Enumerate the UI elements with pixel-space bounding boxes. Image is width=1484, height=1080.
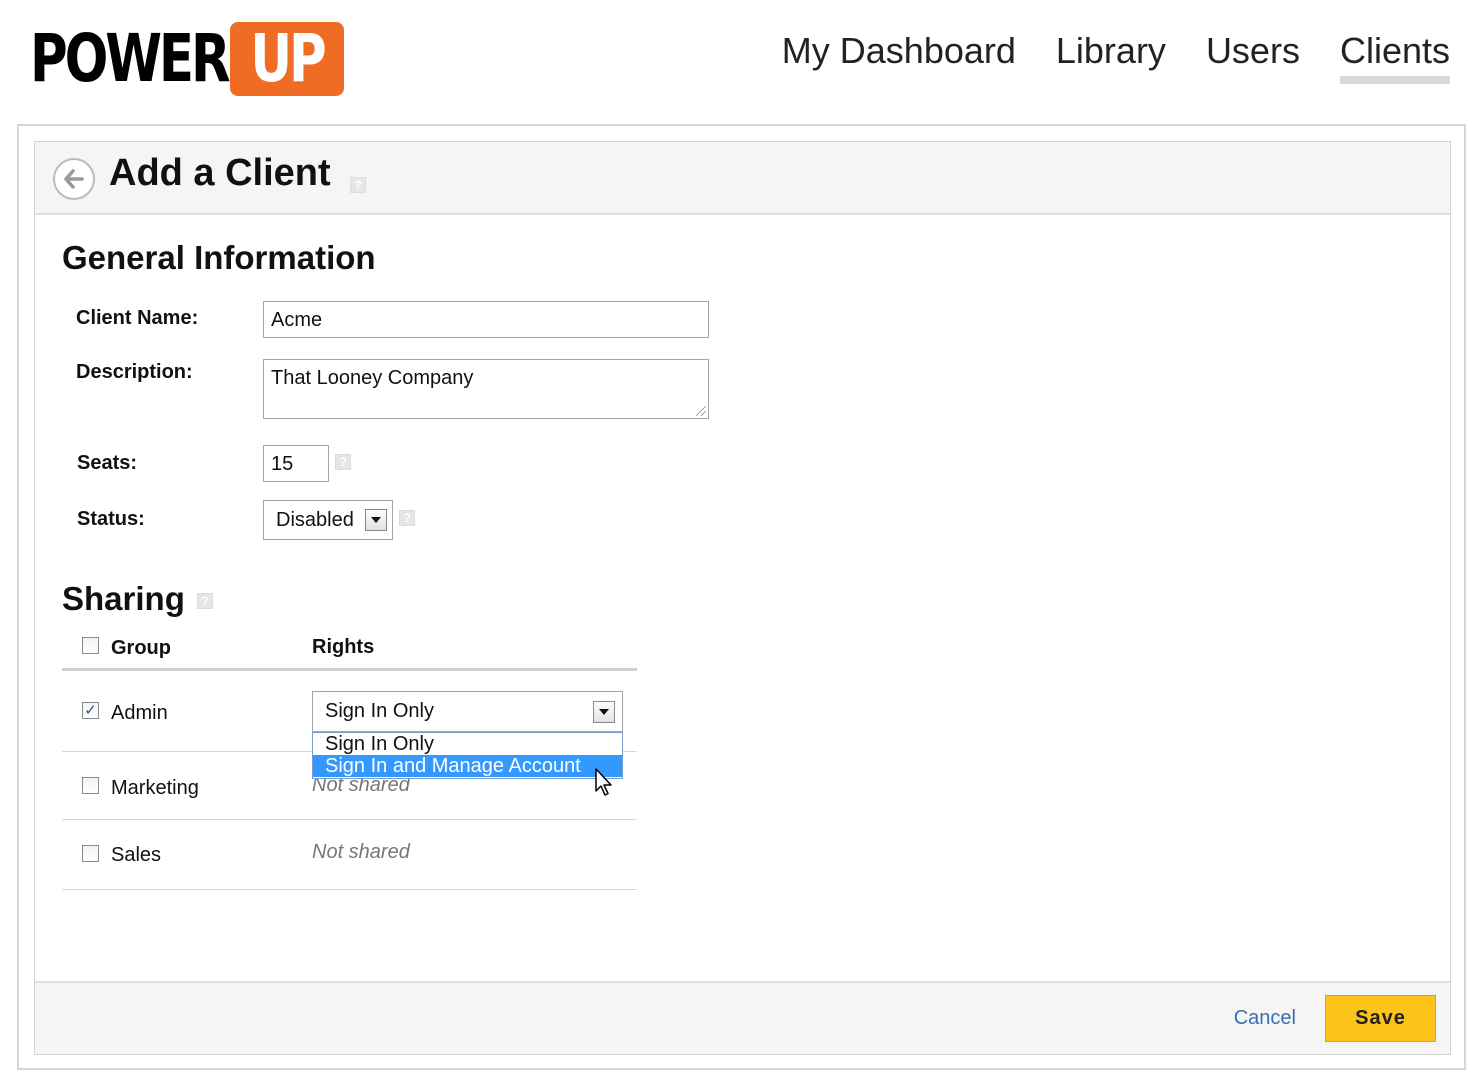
chevron-down-icon[interactable] [593, 701, 615, 723]
column-header-rights: Rights [312, 636, 375, 658]
checkmark-icon: ✓ [84, 702, 97, 719]
powerup-logo[interactable]: POWER UP [30, 20, 344, 97]
seats-input[interactable]: 15 [263, 445, 329, 482]
row-divider [62, 889, 637, 890]
rights-option-sign-in-and-manage-account[interactable]: Sign In and Manage Account [313, 755, 622, 777]
sharing-heading: Sharing [62, 580, 185, 617]
client-name-label: Client Name: [76, 307, 199, 329]
nav-users[interactable]: Users [1206, 30, 1300, 84]
row-divider [62, 819, 637, 820]
status-select[interactable]: Disabled [263, 500, 393, 540]
column-header-group: Group [111, 637, 171, 659]
description-textarea[interactable]: That Looney Company [263, 359, 709, 419]
main-panel-outer: Add a Client ? General Information Clien… [17, 124, 1466, 1070]
admin-rights-select[interactable]: Sign In Only [312, 691, 623, 732]
logo-badge-up: UP [230, 22, 344, 96]
sharing-help-icon[interactable]: ? [197, 593, 213, 609]
group-sales-label: Sales [111, 844, 162, 866]
status-selected-value: Disabled [276, 508, 354, 531]
group-sales-checkbox[interactable] [82, 845, 99, 862]
nav-clients[interactable]: Clients [1339, 30, 1450, 84]
group-admin-checkbox[interactable]: ✓ [82, 702, 99, 719]
group-marketing-label: Marketing [111, 777, 199, 799]
description-text: That Looney Company [271, 367, 474, 389]
description-label: Description: [76, 361, 193, 383]
page-title: Add a Client [109, 152, 331, 194]
help-icon[interactable]: ? [350, 177, 366, 193]
resize-handle-icon[interactable] [696, 406, 706, 416]
admin-rights-selected-value: Sign In Only [325, 700, 434, 722]
form-footer: Cancel Save [35, 981, 1450, 1054]
logo-text-power: POWER [30, 20, 231, 97]
group-admin-label: Admin [111, 702, 168, 724]
group-marketing-checkbox[interactable] [82, 777, 99, 794]
title-bar: Add a Client ? [35, 142, 1450, 215]
nav-library[interactable]: Library [1056, 30, 1166, 84]
main-panel: Add a Client ? General Information Clien… [34, 141, 1451, 1055]
logo-text-up: UP [250, 20, 326, 97]
nav-my-dashboard[interactable]: My Dashboard [782, 30, 1016, 84]
sales-rights-value: Not shared [312, 841, 410, 863]
save-button[interactable]: Save [1325, 995, 1436, 1042]
seats-label: Seats: [77, 452, 138, 474]
general-information-heading: General Information [62, 239, 376, 276]
mouse-pointer-icon [595, 768, 612, 796]
table-header-divider [62, 668, 637, 671]
status-label: Status: [77, 508, 145, 530]
cancel-link[interactable]: Cancel [1234, 1007, 1296, 1030]
rights-option-sign-in-only[interactable]: Sign In Only [313, 733, 622, 755]
top-navigation: My Dashboard Library Users Clients [782, 30, 1450, 84]
chevron-down-icon[interactable] [365, 509, 387, 531]
client-name-input[interactable]: Acme [263, 301, 709, 338]
seats-help-icon[interactable]: ? [335, 454, 351, 470]
status-help-icon[interactable]: ? [399, 510, 415, 526]
back-arrow-icon [64, 169, 84, 189]
select-all-groups-checkbox[interactable] [82, 637, 99, 654]
back-button[interactable] [53, 158, 95, 200]
rights-dropdown-list: Sign In Only Sign In and Manage Account [312, 732, 623, 779]
